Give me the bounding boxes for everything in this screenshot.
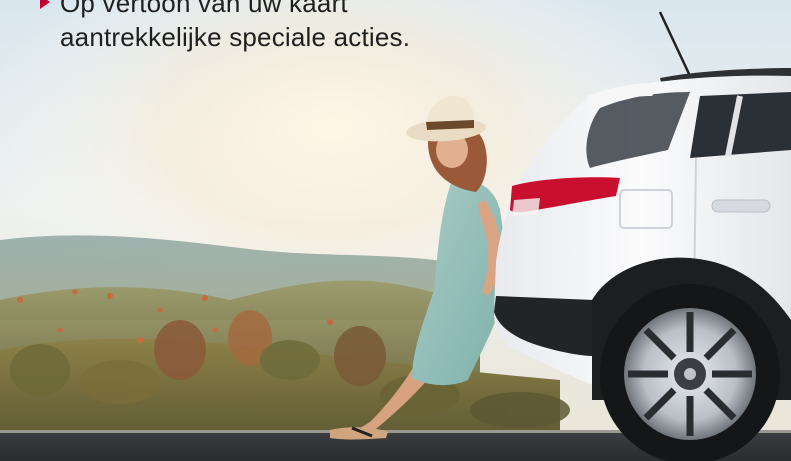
- triangle-right-icon: [40, 0, 50, 10]
- rear-wheel: [600, 284, 780, 461]
- promo-line-1-text: Op vertoon van uw kaart: [60, 0, 348, 18]
- promo-banner: Op vertoon van uw kaart aantrekkelijke s…: [0, 0, 791, 461]
- photo-scene: [0, 0, 791, 461]
- promo-line-1: Op vertoon van uw kaart: [40, 0, 410, 20]
- promo-line-2: aantrekkelijke speciale acties.: [60, 22, 411, 52]
- promo-caption: Op vertoon van uw kaart aantrekkelijke s…: [40, 0, 410, 54]
